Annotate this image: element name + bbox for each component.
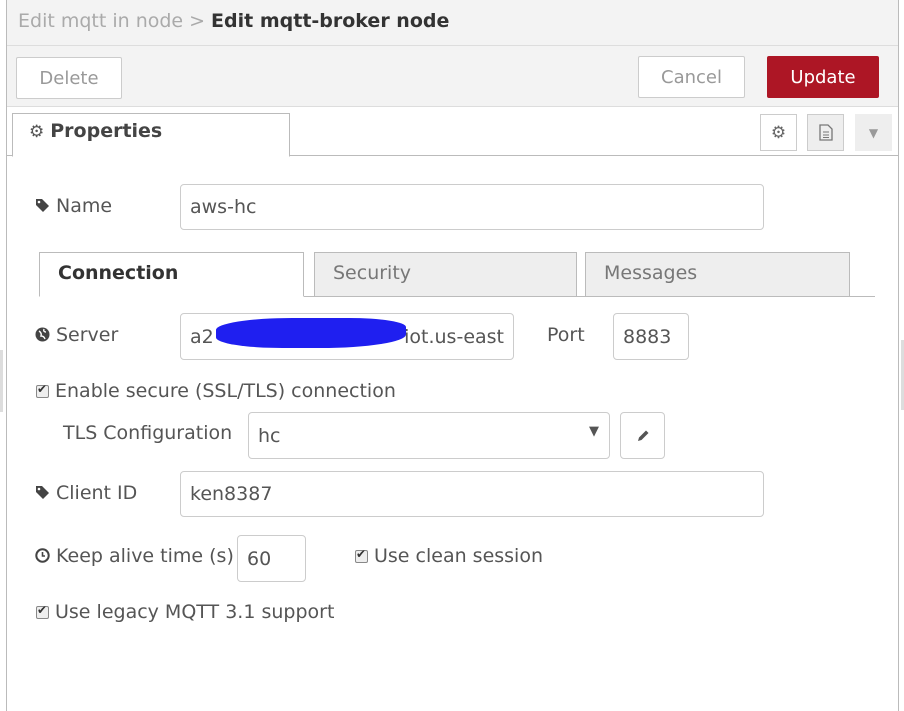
settings-gear-button[interactable]: ⚙ xyxy=(760,114,797,151)
clean-session-label: Use clean session xyxy=(374,545,544,567)
gear-icon: ⚙ xyxy=(29,122,45,142)
edit-tray: Edit mqtt in node > Edit mqtt-broker node … xyxy=(6,0,899,711)
client-id-input[interactable]: ken8387 xyxy=(180,471,764,517)
edit-tls-config-button[interactable] xyxy=(620,412,665,459)
name-input[interactable]: aws-hc xyxy=(180,184,764,230)
keepalive-label: Keep alive time (s) xyxy=(35,545,234,567)
ssl-checkbox[interactable] xyxy=(36,382,49,398)
name-label: Name xyxy=(35,195,112,217)
keepalive-label-text: Keep alive time (s) xyxy=(56,545,234,567)
ssl-checkbox-row[interactable]: Enable secure (SSL/TLS) connection xyxy=(36,380,396,402)
breadcrumb-parent[interactable]: Edit mqtt in node xyxy=(18,10,183,32)
globe-icon xyxy=(35,327,50,342)
more-tabs-button[interactable]: ▼ xyxy=(855,114,892,151)
breadcrumb-separator: > xyxy=(189,10,206,32)
gear-icon: ⚙ xyxy=(770,122,787,143)
tray-header: Edit mqtt in node > Edit mqtt-broker node xyxy=(7,0,898,46)
tls-config-value: hc xyxy=(258,424,281,447)
client-id-label: Client ID xyxy=(35,482,137,504)
server-input[interactable]: a2 iot.us-east xyxy=(180,313,514,360)
client-id-label-text: Client ID xyxy=(56,482,138,504)
page-title: Edit mqtt-broker node xyxy=(211,10,450,32)
pencil-icon xyxy=(637,430,648,441)
server-label: Server xyxy=(35,324,118,346)
server-value-suffix: iot.us-east xyxy=(404,325,504,348)
clock-icon xyxy=(35,548,50,563)
tag-icon xyxy=(36,199,49,212)
legacy-mqtt-checkbox[interactable] xyxy=(36,603,49,619)
tab-connection[interactable]: Connection xyxy=(39,252,304,297)
delete-button[interactable]: Delete xyxy=(16,57,122,99)
document-icon xyxy=(818,124,833,141)
keepalive-input[interactable]: 60 xyxy=(237,535,306,582)
clean-session-row[interactable]: Use clean session xyxy=(355,545,543,567)
cancel-button[interactable]: Cancel xyxy=(638,56,745,98)
server-value-prefix: a2 xyxy=(190,325,214,348)
server-label-text: Server xyxy=(56,324,119,346)
resize-grip-left[interactable] xyxy=(0,350,3,412)
tls-config-label: TLS Configuration xyxy=(63,422,233,444)
legacy-mqtt-row[interactable]: Use legacy MQTT 3.1 support xyxy=(36,601,334,623)
tab-security[interactable]: Security xyxy=(314,252,577,297)
clean-session-checkbox[interactable] xyxy=(355,547,368,563)
ssl-label: Enable secure (SSL/TLS) connection xyxy=(55,380,396,402)
name-label-text: Name xyxy=(56,195,113,217)
toolbar: Delete Cancel Update xyxy=(7,46,898,107)
tag-icon xyxy=(36,486,49,499)
port-label: Port xyxy=(547,324,585,346)
tls-config-select[interactable]: hc ▼ xyxy=(248,412,610,459)
tab-properties[interactable]: ⚙ Properties xyxy=(12,113,290,157)
port-input[interactable]: 8883 xyxy=(613,313,689,360)
properties-tab-bar: ⚙ Properties ⚙ ▼ xyxy=(7,107,898,157)
redaction-mark xyxy=(216,318,406,348)
connection-tab-bar: Connection Security Messages xyxy=(39,252,875,297)
tab-properties-label: Properties xyxy=(50,120,163,142)
tab-messages[interactable]: Messages xyxy=(585,252,850,297)
legacy-mqtt-label: Use legacy MQTT 3.1 support xyxy=(55,601,335,623)
dropdown-arrow-icon: ▼ xyxy=(589,424,599,439)
description-button[interactable] xyxy=(807,114,844,151)
caret-down-icon: ▼ xyxy=(868,125,879,140)
update-button[interactable]: Update xyxy=(767,56,879,98)
